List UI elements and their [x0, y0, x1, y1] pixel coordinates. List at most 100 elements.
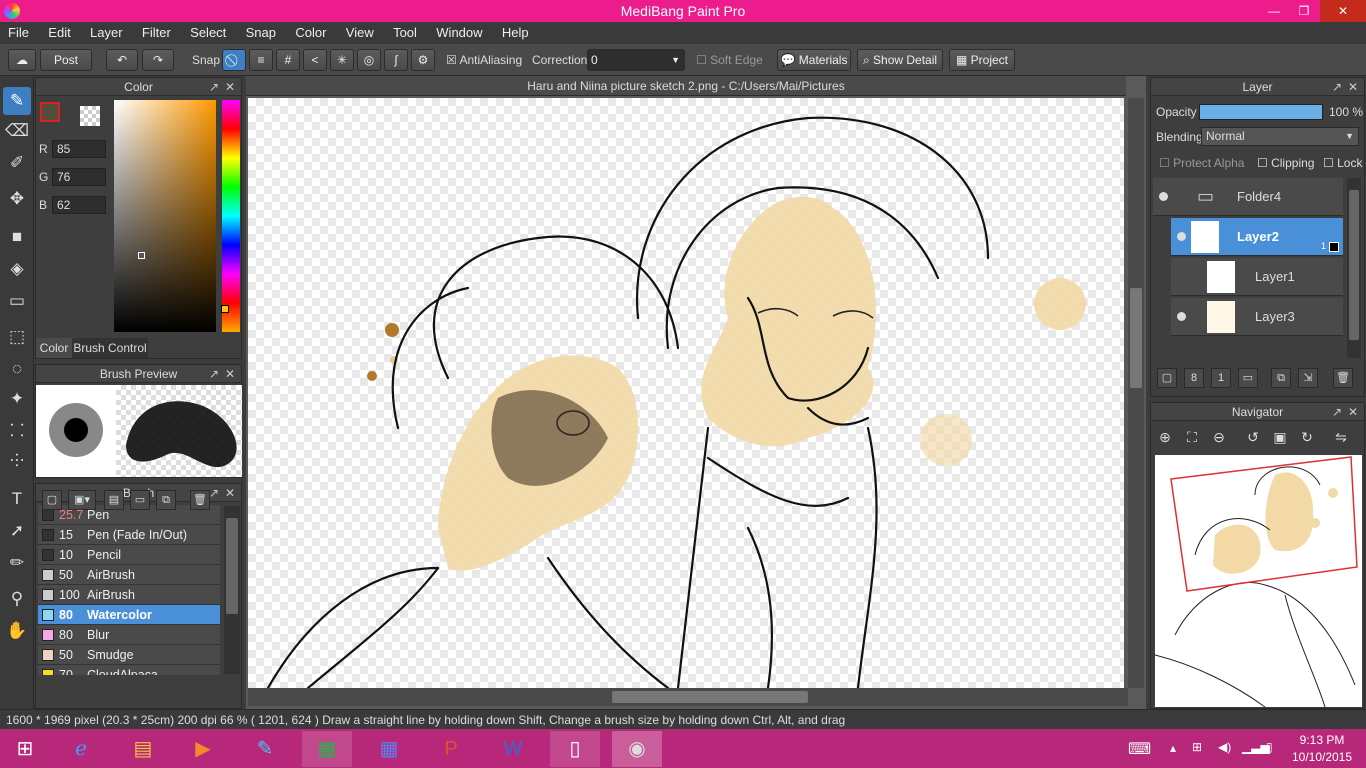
undock-icon[interactable]: ↗ [1332, 78, 1342, 96]
battery-icon[interactable]: ▯ [1266, 740, 1273, 754]
duplicate-layer-icon[interactable]: ⧉ [1271, 368, 1291, 388]
post-button[interactable]: Post [40, 49, 92, 71]
brush-list-scrollbar[interactable] [224, 506, 240, 674]
r-input[interactable]: 85 [52, 140, 106, 158]
delete-brush-icon[interactable]: 🗑 [190, 490, 210, 510]
new-brush-icon[interactable]: ▢ [42, 490, 62, 510]
undock-icon[interactable]: ↗ [209, 78, 219, 96]
close-button[interactable]: ✕ [1320, 0, 1366, 22]
layer-row-layer2[interactable]: Layer2 1 [1171, 218, 1343, 256]
lock-checkbox[interactable]: ☐ Lock [1323, 156, 1362, 170]
actual-size-icon[interactable]: ▣ [1270, 427, 1290, 447]
calendar-icon[interactable]: ▦ [364, 731, 414, 767]
select-pen-icon[interactable]: ⸬ [3, 417, 31, 445]
undock-icon[interactable]: ↗ [1332, 403, 1342, 421]
navigator-preview[interactable] [1155, 455, 1362, 707]
brush-list-item[interactable]: 10 Pencil [38, 545, 220, 565]
hue-slider-handle[interactable] [221, 305, 229, 313]
drawing-canvas[interactable] [248, 98, 1124, 688]
powerpoint-icon[interactable]: P [426, 731, 476, 767]
close-icon[interactable]: ✕ [225, 484, 235, 502]
g-input[interactable]: 76 [52, 168, 106, 186]
protect-alpha-checkbox[interactable]: ☐ Protect Alpha [1159, 156, 1244, 170]
select-eraser-icon[interactable]: ⸭ [3, 447, 31, 475]
select-rect-icon[interactable]: ⬚ [3, 323, 31, 351]
fill-tool-icon[interactable]: ◈ [3, 255, 31, 283]
windows-start-icon[interactable]: ⊞ [0, 731, 50, 767]
snap-radial-icon[interactable]: ✳ [330, 49, 354, 71]
brush-list-item[interactable]: 15 Pen (Fade In/Out) [38, 525, 220, 545]
close-icon[interactable]: ✕ [225, 78, 235, 96]
clock-time[interactable]: 9:13 PM [1290, 733, 1354, 747]
snap-parallel-icon[interactable]: ≡ [249, 49, 273, 71]
keyboard-icon[interactable]: ⌨ [1128, 739, 1151, 759]
visibility-eye-icon[interactable] [1177, 232, 1186, 241]
fit-icon[interactable]: ⛶ [1182, 427, 1202, 447]
canvas-horizontal-scrollbar[interactable] [248, 688, 1128, 706]
windows-flag-icon[interactable]: ⊞ [1192, 740, 1202, 754]
show-detail-button[interactable]: ⌕ Show Detail [857, 49, 943, 71]
minimize-button[interactable]: — [1259, 0, 1289, 22]
close-icon[interactable]: ✕ [225, 365, 235, 383]
new-1bit-layer-icon[interactable]: 1 [1211, 368, 1231, 388]
materials-button[interactable]: 💬 Materials [777, 49, 851, 71]
magic-wand-icon[interactable]: ✦ [3, 385, 31, 413]
layer-list-scrollbar[interactable] [1347, 178, 1361, 358]
brush-list-item[interactable]: 80 Watercolor [38, 605, 220, 625]
visibility-eye-icon[interactable] [1159, 192, 1168, 201]
operation-tool-icon[interactable]: ➚ [3, 517, 31, 545]
dot-brush-tool-icon[interactable]: ✐ [3, 149, 31, 177]
close-icon[interactable]: ✕ [1348, 403, 1358, 421]
snap-curve-icon[interactable]: ∫ [384, 49, 408, 71]
layer-row-layer3[interactable]: Layer3 [1171, 298, 1343, 336]
cloud-icon[interactable]: ☁ [8, 49, 36, 71]
new-layer-icon[interactable]: ▢ [1157, 368, 1177, 388]
rotate-right-icon[interactable]: ↻ [1297, 427, 1317, 447]
soft-edge-checkbox[interactable]: ☐ Soft Edge [696, 49, 763, 71]
move-tool-icon[interactable]: ✥ [3, 185, 31, 213]
add-brush-icon[interactable]: ▣▾ [68, 490, 96, 510]
eraser-tool-icon[interactable]: ⌫ [3, 117, 31, 145]
clipping-checkbox[interactable]: ☐ Clipping [1257, 156, 1314, 170]
visibility-eye-icon[interactable] [1177, 312, 1186, 321]
brush-list-item[interactable]: 100 AirBrush [38, 585, 220, 605]
hand-tool-icon[interactable]: ✋ [3, 617, 31, 645]
brush-folder-icon[interactable]: ▭ [130, 490, 150, 510]
document-app-icon[interactable]: ▯ [550, 731, 600, 767]
viewport-rect[interactable] [1170, 456, 1358, 592]
b-input[interactable]: 62 [52, 196, 106, 214]
brush-list-item[interactable]: 50 Smudge [38, 645, 220, 665]
merge-layer-icon[interactable]: ⇲ [1298, 368, 1318, 388]
snap-off-icon[interactable]: ⃠ [222, 49, 246, 71]
delete-layer-icon[interactable]: 🗑 [1333, 368, 1353, 388]
media-player-icon[interactable]: ▶ [178, 731, 228, 767]
snap-perspective-icon[interactable]: < [303, 49, 327, 71]
shape-tool-icon[interactable]: ■ [3, 223, 31, 251]
menu-snap[interactable]: Snap [238, 22, 284, 44]
brush-list-item[interactable]: 80 Blur [38, 625, 220, 645]
color-picker-cursor[interactable] [138, 252, 145, 259]
snap-circle-icon[interactable]: ◎ [357, 49, 381, 71]
lasso-icon[interactable]: ◌ [3, 355, 31, 383]
tray-up-icon[interactable]: ▴ [1170, 741, 1176, 755]
internet-explorer-icon[interactable]: ℯ [56, 731, 106, 767]
clock-date[interactable]: 10/10/2015 [1290, 750, 1354, 764]
text-tool-icon[interactable]: T [3, 485, 31, 513]
duplicate-brush-icon[interactable]: ⧉ [156, 490, 176, 510]
brush-properties-icon[interactable]: ▤ [104, 490, 124, 510]
menu-edit[interactable]: Edit [40, 22, 78, 44]
undock-icon[interactable]: ↗ [209, 484, 219, 502]
canvas-vertical-scrollbar[interactable] [1128, 98, 1144, 688]
transparent-color-swatch[interactable] [80, 106, 100, 126]
menu-tool[interactable]: Tool [385, 22, 425, 44]
eyedropper-icon[interactable]: ⚲ [3, 585, 31, 613]
correction-select[interactable]: 0 ▼ [587, 49, 685, 71]
file-explorer-icon[interactable]: ▤ [118, 731, 168, 767]
maximize-button[interactable]: ❐ [1289, 0, 1319, 22]
notepad-app-icon[interactable]: ✎ [240, 731, 290, 767]
undo-button[interactable]: ↶ [106, 49, 138, 71]
new-folder-icon[interactable]: ▭ [1238, 368, 1258, 388]
gradient-tool-icon[interactable]: ▭ [3, 287, 31, 315]
redo-button[interactable]: ↷ [142, 49, 174, 71]
opacity-slider[interactable] [1199, 104, 1323, 120]
